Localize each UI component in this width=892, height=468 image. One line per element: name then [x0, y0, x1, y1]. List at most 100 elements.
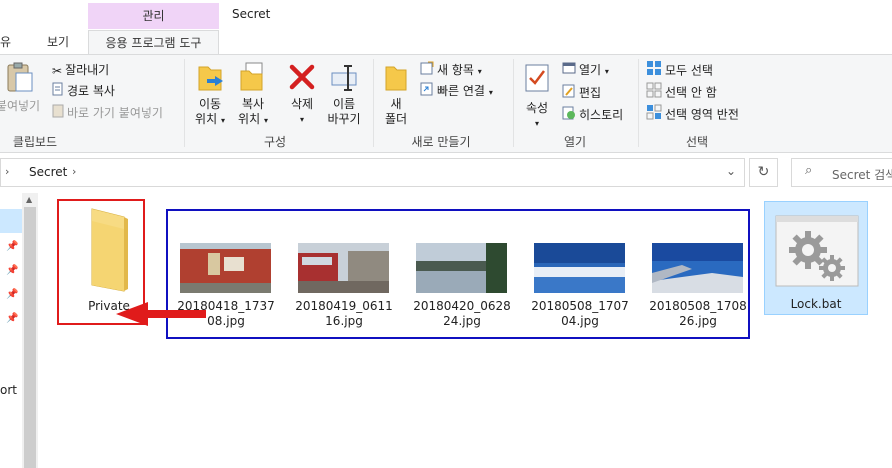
new-folder-button[interactable]: 새 폴더	[380, 61, 412, 127]
edit-label: 편집	[579, 86, 602, 100]
breadcrumb-chevron-icon: ›	[5, 165, 10, 178]
select-none-label: 선택 안 함	[665, 85, 717, 100]
ribbon: 붙여넣기 ✂ 잘라내기 경로 복사 바로 가기 붙여넣기 클립보드 이동 위치 ▾…	[0, 54, 892, 153]
breadcrumb-chevron-icon: ›	[72, 165, 77, 178]
batch-file-gear-icon	[775, 215, 859, 287]
paste-shortcut-label: 바로 가기 붙여넣기	[67, 106, 163, 120]
paste-label: 붙여넣기	[0, 99, 41, 113]
new-group-label: 새로 만들기	[411, 135, 471, 149]
blue-highlight-box	[166, 209, 750, 339]
chevron-down-icon: ▾	[220, 116, 225, 125]
cut-label: 잘라내기	[65, 63, 110, 77]
properties-label: 속성	[525, 101, 549, 115]
open-button[interactable]: 열기 ▾	[562, 60, 609, 80]
scroll-up-icon[interactable]: ▲	[26, 195, 32, 204]
select-group-label: 선택	[685, 135, 709, 149]
delete-label: 삭제	[290, 97, 314, 111]
easy-access-button[interactable]: 빠른 연결 ▾	[420, 81, 493, 101]
copy-to-button[interactable]: 복사 위치 ▾	[233, 61, 273, 128]
chevron-down-icon: ▾	[488, 88, 493, 97]
file-item-lock-bat[interactable]: Lock.bat	[764, 201, 868, 315]
move-to-button[interactable]: 이동 위치 ▾	[190, 61, 230, 128]
clipboard-icon	[7, 62, 33, 92]
copy-path-button[interactable]: 경로 복사	[52, 81, 115, 101]
properties-check-icon	[525, 64, 549, 92]
copy-to-line1: 복사	[241, 97, 265, 111]
select-all-icon	[646, 60, 662, 82]
edit-pencil-icon	[562, 84, 576, 104]
history-label: 히스토리	[579, 108, 624, 122]
pin-icon: 📌	[6, 313, 19, 324]
history-icon	[562, 106, 576, 126]
rename-icon	[331, 65, 357, 91]
open-icon	[562, 61, 576, 81]
pin-icon: 📌	[6, 241, 19, 252]
ribbon-divider	[513, 59, 514, 147]
pin-icon: 📌	[6, 289, 19, 300]
new-folder-line1: 새	[390, 97, 402, 111]
nav-selected-item[interactable]	[0, 209, 22, 233]
copy-folder-icon	[240, 62, 263, 91]
open-group-label: 열기	[563, 135, 587, 149]
delete-x-icon	[289, 64, 315, 90]
file-name: Lock.bat	[790, 297, 842, 311]
copy-path-label: 경로 복사	[67, 84, 115, 98]
title-bar: 관리 Secret 유 보기 응용 프로그램 도구	[0, 0, 892, 55]
paste-shortcut-icon	[52, 104, 64, 124]
address-row: › Secret › ⌄ ↻ ⌕ Secret 검색	[0, 153, 892, 193]
tab-view[interactable]: 보기	[47, 30, 69, 54]
delete-button[interactable]: 삭제 ▾	[284, 63, 320, 127]
invert-selection-label: 선택 영역 반전	[665, 107, 739, 122]
chevron-down-icon: ▾	[299, 115, 304, 124]
nav-item-label[interactable]: ort	[0, 383, 17, 397]
organize-group-label: 구성	[263, 135, 287, 149]
easy-access-icon	[420, 82, 434, 102]
address-bar[interactable]: › Secret › ⌄	[0, 158, 745, 187]
rename-button[interactable]: 이름 바꾸기	[322, 61, 366, 127]
search-icon: ⌕	[805, 163, 813, 178]
refresh-icon: ↻	[757, 164, 770, 180]
new-item-button[interactable]: 새 항목 ▾	[420, 60, 482, 80]
new-folder-icon	[385, 66, 407, 91]
ribbon-divider	[638, 59, 639, 147]
chevron-down-icon: ▾	[477, 67, 482, 76]
new-item-label: 새 항목	[437, 63, 474, 77]
tab-application-tools[interactable]: 응용 프로그램 도구	[88, 30, 219, 55]
move-folder-icon	[198, 66, 223, 91]
select-all-button[interactable]: 모두 선택	[646, 60, 713, 80]
search-placeholder: Secret 검색	[832, 168, 892, 182]
address-dropdown-icon[interactable]: ⌄	[726, 164, 736, 178]
select-none-button[interactable]: 선택 안 함	[646, 82, 717, 102]
breadcrumb[interactable]: Secret	[29, 165, 67, 179]
edit-button[interactable]: 편집	[562, 83, 601, 103]
new-item-icon	[420, 61, 434, 81]
paste-button[interactable]: 붙여넣기	[0, 61, 44, 114]
search-input[interactable]: ⌕ Secret 검색	[791, 158, 892, 187]
rename-line2: 바꾸기	[327, 112, 361, 126]
history-button[interactable]: 히스토리	[562, 105, 623, 125]
new-folder-line2: 폴더	[384, 112, 408, 126]
move-to-line2: 위치	[195, 112, 218, 126]
pin-icon: 📌	[6, 265, 19, 276]
ribbon-divider	[373, 59, 374, 147]
window-title: Secret	[232, 7, 271, 21]
nav-scrollbar-thumb[interactable]	[24, 207, 36, 468]
rename-line1: 이름	[332, 97, 356, 111]
tab-share[interactable]: 유	[0, 30, 11, 54]
red-arrow-icon	[116, 302, 206, 326]
refresh-button[interactable]: ↻	[749, 158, 778, 187]
cut-button[interactable]: ✂ 잘라내기	[52, 60, 109, 80]
chevron-down-icon: ▾	[534, 119, 539, 128]
chevron-down-icon: ▾	[604, 67, 609, 76]
manage-tab-header[interactable]: 관리	[88, 3, 219, 29]
move-to-line1: 이동	[198, 97, 222, 111]
ribbon-divider	[184, 59, 185, 147]
copy-to-line2: 위치	[238, 112, 261, 126]
invert-selection-button[interactable]: 선택 영역 반전	[646, 104, 739, 124]
copy-path-icon	[52, 82, 64, 102]
invert-selection-icon	[646, 104, 662, 126]
easy-access-label: 빠른 연결	[437, 84, 485, 98]
chevron-down-icon: ▾	[263, 116, 268, 125]
paste-shortcut-button[interactable]: 바로 가기 붙여넣기	[52, 103, 163, 123]
properties-button[interactable]: 속성 ▾	[518, 63, 556, 131]
